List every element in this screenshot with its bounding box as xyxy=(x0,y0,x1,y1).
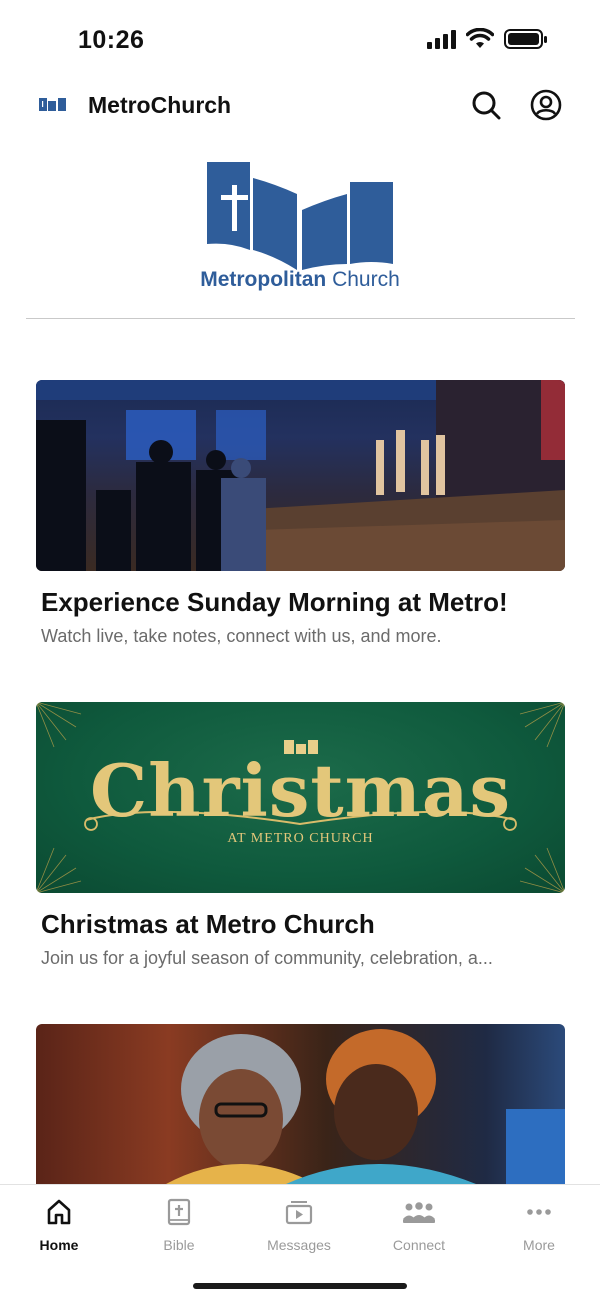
bible-icon xyxy=(167,1198,191,1226)
people-scene xyxy=(166,1029,565,1184)
tab-connect[interactable]: Connect xyxy=(369,1197,469,1257)
cellular-signal-icon xyxy=(427,29,456,49)
tab-messages[interactable]: Messages xyxy=(249,1197,349,1257)
tab-label: More xyxy=(523,1237,555,1253)
christmas-banner-subtitle: AT METRO CHURCH xyxy=(227,831,374,846)
wifi-icon xyxy=(466,28,494,48)
content-card-christmas[interactable]: Christmas AT METRO CHURCH Christmas at M… xyxy=(36,702,565,969)
card-title: Experience Sunday Morning at Metro! xyxy=(41,587,508,617)
people-image xyxy=(36,1024,565,1184)
app-header: MetroChurch xyxy=(0,80,600,134)
status-icons xyxy=(427,28,548,50)
tab-more[interactable]: More xyxy=(489,1197,589,1257)
tab-label: Connect xyxy=(392,1237,446,1253)
search-button[interactable] xyxy=(469,88,503,122)
tab-bar: Home Bible Messages Connect More xyxy=(0,1184,600,1300)
tab-label: Messages xyxy=(267,1237,331,1253)
status-time: 10:26 xyxy=(78,26,145,54)
battery-icon xyxy=(504,29,547,49)
user-circle-icon xyxy=(530,89,562,121)
connect-icon xyxy=(403,1202,435,1223)
brand-name: Metropolitan Church xyxy=(0,268,600,292)
worship-scene xyxy=(36,380,565,571)
brand-name-light: Church xyxy=(332,268,400,291)
card-subtitle: Join us for a joyful season of community… xyxy=(41,948,493,968)
christmas-banner-title: Christmas xyxy=(89,748,512,833)
worship-image xyxy=(36,380,565,571)
christmas-banner: Christmas AT METRO CHURCH xyxy=(36,702,565,893)
more-icon xyxy=(527,1209,551,1215)
home-indicator xyxy=(193,1283,407,1289)
tab-home[interactable]: Home xyxy=(9,1197,109,1257)
brand-logo: Metropolitan Church xyxy=(0,150,600,300)
profile-button[interactable] xyxy=(529,88,563,122)
messages-icon xyxy=(285,1201,313,1225)
church-logo-mark xyxy=(207,162,393,270)
app-logo-icon xyxy=(39,98,66,111)
card-title: Christmas at Metro Church xyxy=(41,909,375,939)
tab-bible[interactable]: Bible xyxy=(129,1197,229,1257)
app-title: MetroChurch xyxy=(88,92,232,118)
content-card-people[interactable] xyxy=(36,1024,565,1184)
content-card-sunday[interactable]: Experience Sunday Morning at Metro! Watc… xyxy=(36,380,565,647)
search-icon xyxy=(472,91,501,120)
divider xyxy=(26,318,575,319)
brand-name-bold: Metropolitan xyxy=(200,268,327,291)
tab-label: Bible xyxy=(163,1237,195,1253)
tab-label: Home xyxy=(39,1237,79,1253)
card-subtitle: Watch live, take notes, connect with us,… xyxy=(41,626,442,646)
home-icon xyxy=(47,1199,71,1225)
status-bar: 10:26 xyxy=(0,0,600,80)
